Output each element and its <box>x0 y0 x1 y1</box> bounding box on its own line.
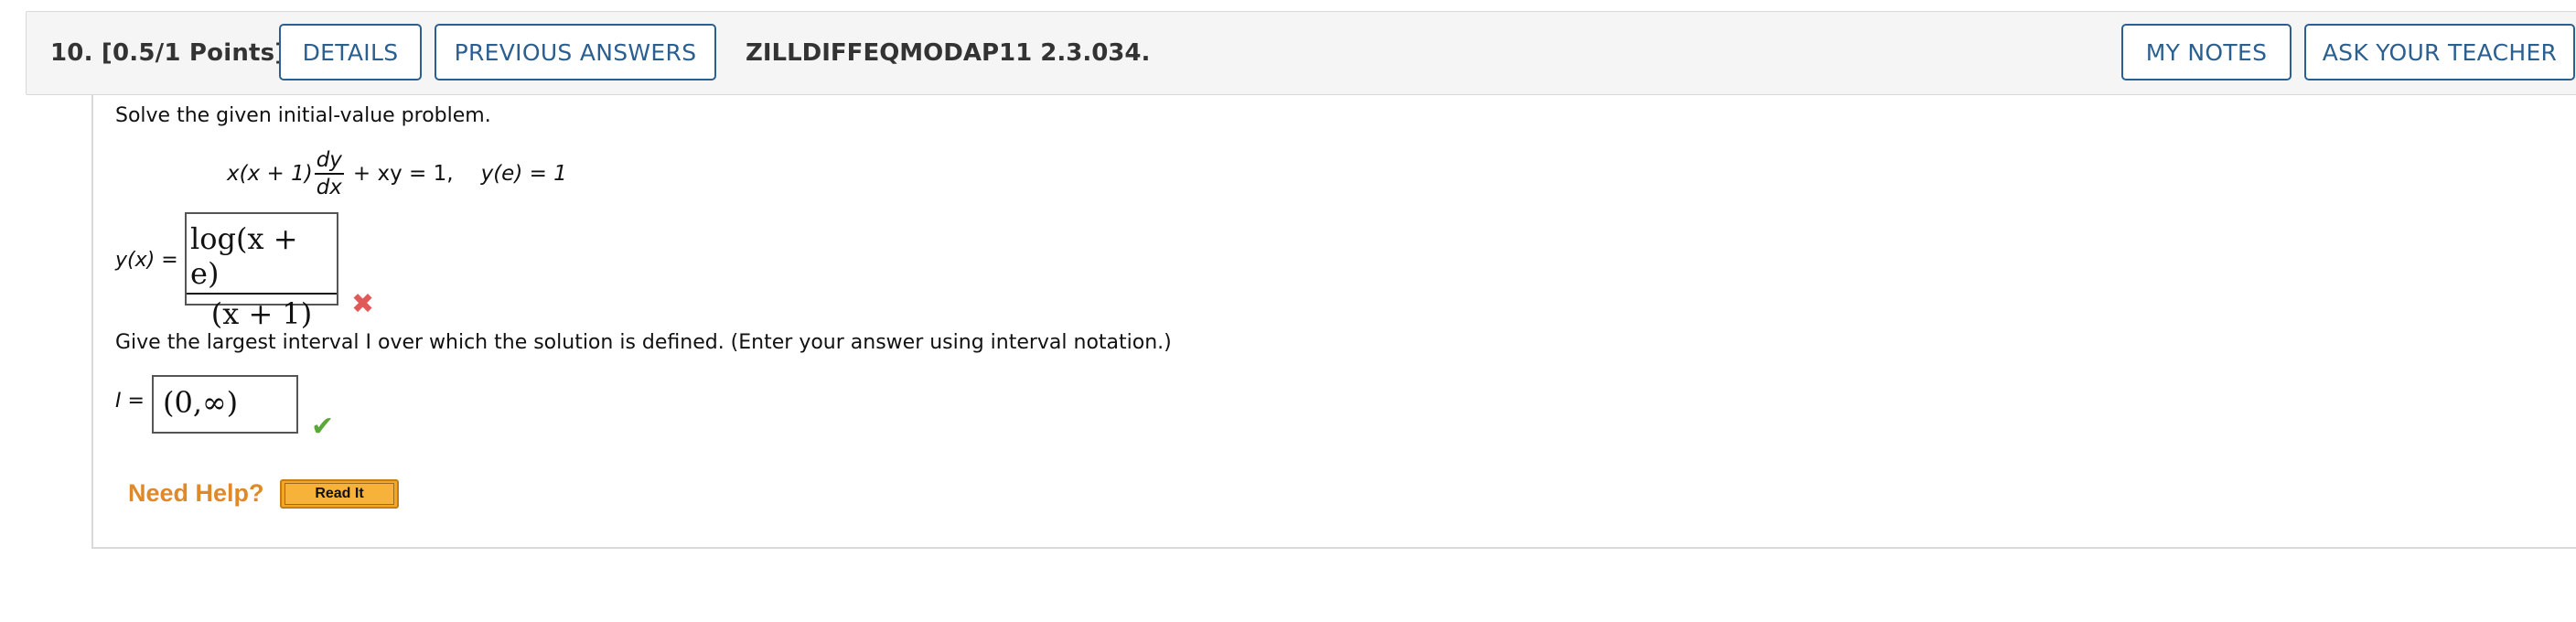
fraction-denominator: dx <box>316 176 342 199</box>
answer1-input[interactable]: log(x + e) (x + 1) <box>185 212 338 331</box>
answer2-label: I = <box>115 390 145 413</box>
answer1-numerator: log(x + e) <box>187 221 337 295</box>
question-header: 10. [0.5/1 Points] DETAILS PREVIOUS ANSW… <box>26 11 2576 95</box>
read-it-label: Read It <box>284 483 394 505</box>
derivative-fraction: dy dx <box>314 148 344 199</box>
answer1-label: y(x) = <box>115 249 178 272</box>
problem-code: ZILLDIFFEQMODAP11 2.3.034. <box>746 39 1151 67</box>
fraction-numerator: dy <box>314 148 344 175</box>
answer1-fraction: log(x + e) (x + 1) <box>187 221 337 331</box>
differential-equation: x(x + 1) dy dx + xy = 1, y(e) = 1 <box>227 146 567 201</box>
question-number-points: 10. [0.5/1 Points] <box>50 39 286 67</box>
my-notes-button[interactable]: MY NOTES <box>2121 24 2292 80</box>
interval-answer-input[interactable]: (0,∞) <box>152 375 298 434</box>
need-help-label: Need Help? <box>128 479 264 507</box>
question-body: Solve the given initial-value problem. x… <box>91 95 2576 549</box>
interval-prompt: Give the largest interval I over which t… <box>115 331 1172 354</box>
details-button[interactable]: DETAILS <box>279 24 422 80</box>
answer1-denominator: (x + 1) <box>210 296 313 331</box>
correct-check-icon: ✔ <box>311 411 335 443</box>
ask-your-teacher-button[interactable]: ASK YOUR TEACHER <box>2304 24 2575 80</box>
equation-lhs: x(x + 1) <box>227 162 313 186</box>
previous-answers-button[interactable]: PREVIOUS ANSWERS <box>435 24 716 80</box>
initial-condition: y(e) = 1 <box>480 162 567 186</box>
read-it-button[interactable]: Read It <box>280 479 399 509</box>
incorrect-x-icon: ✖ <box>351 288 375 320</box>
equation-rhs: + xy = 1, <box>352 162 454 186</box>
question-prompt: Solve the given initial-value problem. <box>115 104 491 127</box>
